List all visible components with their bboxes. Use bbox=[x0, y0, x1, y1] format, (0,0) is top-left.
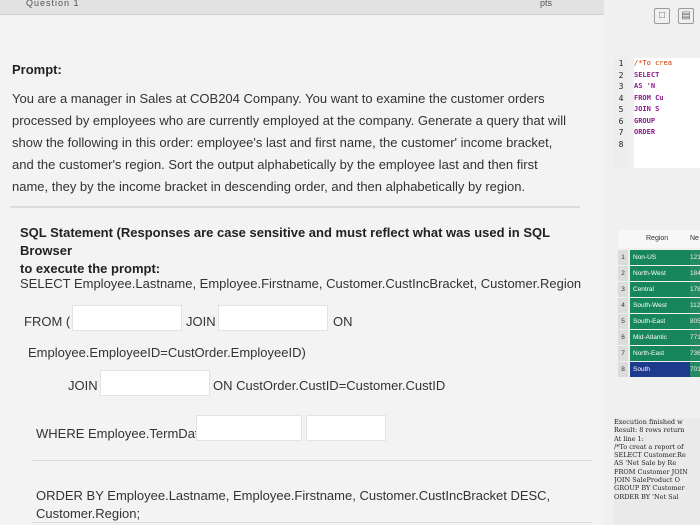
value-cell: 771 bbox=[690, 330, 700, 345]
line-number: 5 bbox=[618, 105, 624, 114]
value-cell: 7016 bbox=[690, 362, 700, 377]
row-number: 7 bbox=[618, 346, 628, 361]
result-row[interactable]: 5 South-East 805 bbox=[618, 314, 700, 329]
message-line: AS 'Net Sale by Re bbox=[614, 459, 677, 468]
region-cell: South-West bbox=[630, 298, 691, 313]
value-cell: 121 bbox=[690, 250, 700, 265]
result-row[interactable]: 4 South-West 1121 bbox=[618, 298, 700, 313]
join-table-input-2[interactable] bbox=[100, 370, 210, 396]
on-clause-2: ON CustOrder.CustID=Customer.CustID bbox=[213, 378, 446, 393]
message-line: Result: 8 rows return bbox=[614, 426, 685, 435]
document-icon: ▤ bbox=[678, 8, 694, 24]
order-by-clause: ORDER BY Employee.Lastname, Employee.Fir… bbox=[36, 487, 556, 523]
value-cell: 1121 bbox=[690, 298, 700, 313]
prompt-line: processed by employees who are currently… bbox=[12, 113, 566, 128]
execution-messages: Execution finished w Result: 8 rows retu… bbox=[614, 418, 700, 525]
column-header-next[interactable]: Ne bbox=[690, 230, 699, 248]
prompt-line: You are a manager in Sales at COB204 Com… bbox=[12, 91, 545, 106]
code-line: /*To crea bbox=[634, 59, 672, 67]
from-label: FROM ( bbox=[24, 314, 71, 329]
line-number: 2 bbox=[618, 70, 624, 80]
line-number: 3 bbox=[618, 82, 624, 91]
where-operator-input[interactable] bbox=[196, 415, 302, 441]
question-title: Question 1 bbox=[26, 0, 80, 8]
sql-statement-label: SQL Statement (Responses are case sensit… bbox=[20, 224, 580, 278]
where-label: WHERE Employee.TermDate bbox=[36, 426, 206, 441]
message-line: ORDER BY 'Net Sal bbox=[614, 492, 679, 501]
code-line: AS 'N bbox=[634, 82, 656, 90]
message-line: At line 1: bbox=[614, 434, 644, 443]
value-cell: 178 bbox=[690, 282, 700, 297]
prompt-line: name, they by the income bracket in desc… bbox=[12, 179, 526, 194]
result-row[interactable]: 2 North-West 184 bbox=[618, 266, 700, 281]
line-number: 4 bbox=[618, 93, 624, 103]
row-number: 4 bbox=[618, 298, 628, 313]
code-line: JOIN S bbox=[634, 105, 660, 113]
region-cell: North-West bbox=[630, 266, 691, 281]
line-number: 7 bbox=[618, 128, 624, 137]
row-number: 6 bbox=[618, 330, 628, 345]
prompt-label: Prompt: bbox=[12, 62, 62, 77]
question-header-strip: Question 1 pts bbox=[0, 0, 604, 15]
divider bbox=[10, 206, 580, 208]
divider bbox=[32, 522, 592, 523]
prompt-text: You are a manager in Sales at COB204 Com… bbox=[12, 88, 587, 198]
line-number-gutter: 1 2 3 4 5 6 7 8 bbox=[614, 58, 628, 168]
divider bbox=[32, 460, 592, 461]
select-clause: SELECT Employee.Lastname, Employee.First… bbox=[20, 276, 582, 291]
region-cell: Non-US bbox=[630, 250, 691, 265]
line-number: 1 bbox=[618, 59, 624, 68]
on-label-1: ON bbox=[333, 314, 353, 329]
row-number: 5 bbox=[618, 314, 628, 329]
order-line: Customer.Region; bbox=[36, 506, 141, 521]
join-table-input-1[interactable] bbox=[218, 305, 328, 331]
message-line: Execution finished w bbox=[614, 418, 683, 426]
results-header: Region Ne bbox=[618, 230, 700, 248]
code-line: FROM Cu bbox=[634, 93, 664, 102]
result-row[interactable]: 1 Non-US 121 bbox=[618, 250, 700, 265]
value-cell: 805 bbox=[690, 314, 700, 329]
line-number: 6 bbox=[618, 116, 624, 126]
reference-sql-browser: □ ▤ 1 2 3 4 5 6 7 8 /*To crea SELECT AS … bbox=[604, 0, 700, 525]
join-label-2: JOIN bbox=[68, 378, 98, 393]
points-label: pts bbox=[540, 0, 553, 8]
row-number: 8 bbox=[618, 362, 628, 377]
result-row[interactable]: 7 North-East 736 bbox=[618, 346, 700, 361]
question-panel: Question 1 pts Prompt: You are a manager… bbox=[0, 0, 604, 525]
result-row[interactable]: 6 Mid-Atlantic 771 bbox=[618, 330, 700, 345]
sql-code-editor[interactable]: /*To crea SELECT AS 'N FROM Cu JOIN S GR… bbox=[634, 58, 700, 168]
row-number: 2 bbox=[618, 266, 628, 281]
prompt-line: and the customer's region. Sort the outp… bbox=[12, 157, 538, 172]
region-cell: South bbox=[630, 362, 691, 377]
code-line: SELECT bbox=[634, 70, 660, 79]
value-cell: 736 bbox=[690, 346, 700, 361]
prompt-line: show the following in this order: employ… bbox=[12, 135, 553, 150]
where-value-input[interactable] bbox=[306, 415, 386, 441]
region-cell: North-East bbox=[630, 346, 691, 361]
region-cell: Mid-Atlantic bbox=[630, 330, 691, 345]
message-line: JOIN SaleProduct O bbox=[614, 476, 680, 485]
message-line: SELECT Customer.Re bbox=[614, 451, 686, 460]
on-clause-1: Employee.EmployeeID=CustOrder.EmployeeID… bbox=[28, 345, 306, 360]
region-cell: Central bbox=[630, 282, 691, 297]
column-header-region[interactable]: Region bbox=[646, 230, 668, 248]
value-cell: 184 bbox=[690, 266, 700, 281]
row-number: 3 bbox=[618, 282, 628, 297]
line-number: 8 bbox=[618, 139, 624, 149]
region-cell: South-East bbox=[630, 314, 691, 329]
from-table-input[interactable] bbox=[72, 305, 182, 331]
message-line: /*To creat a report of bbox=[614, 442, 684, 451]
sql-label-line: SQL Statement (Responses are case sensit… bbox=[20, 225, 550, 258]
join-label-1: JOIN bbox=[186, 314, 216, 329]
row-number: 1 bbox=[618, 250, 628, 265]
order-line: ORDER BY Employee.Lastname, Employee.Fir… bbox=[36, 488, 551, 503]
window-icon: □ bbox=[654, 8, 670, 24]
result-row-selected[interactable]: 8 South 7016 bbox=[618, 362, 700, 377]
code-line: GROUP bbox=[634, 116, 656, 125]
message-line: GROUP BY Customer bbox=[614, 484, 685, 493]
message-line: FROM Customer JOIN bbox=[614, 467, 688, 476]
code-line: ORDER bbox=[634, 128, 656, 136]
result-row[interactable]: 3 Central 178 bbox=[618, 282, 700, 297]
